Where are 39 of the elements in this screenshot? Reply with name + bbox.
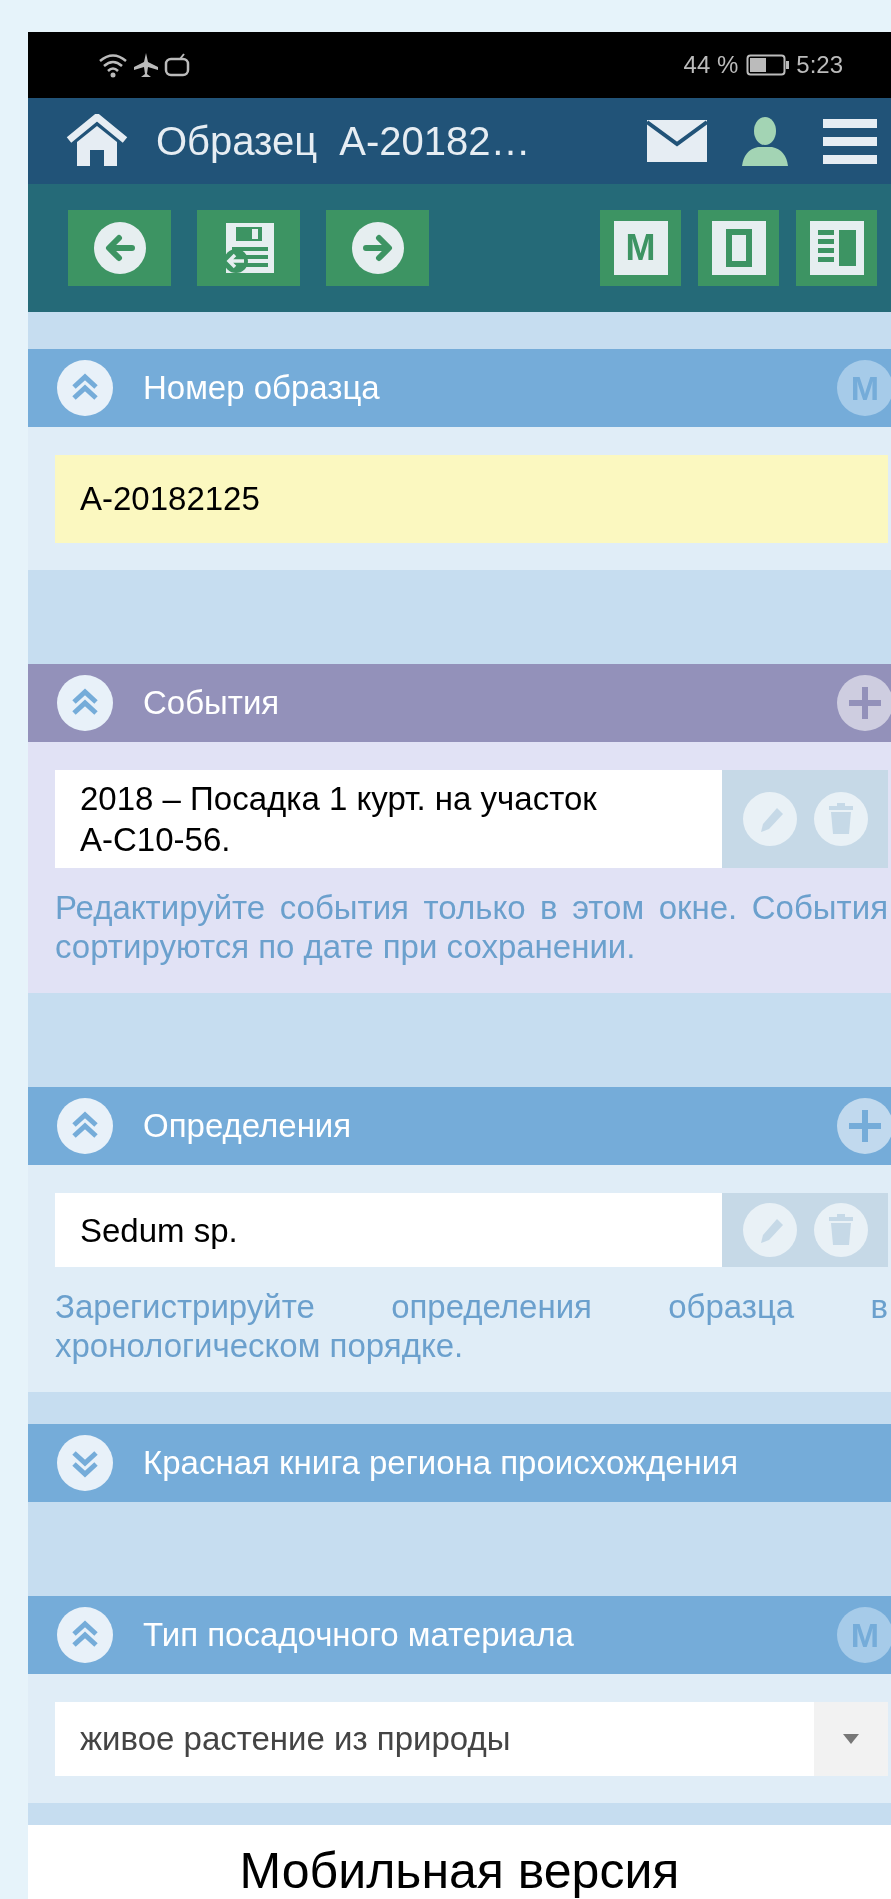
battery-icon: [746, 54, 791, 76]
battery-percent: 44 %: [683, 50, 739, 80]
collapse-icon[interactable]: [57, 1098, 113, 1154]
collapse-icon[interactable]: [57, 360, 113, 416]
menu-icon[interactable]: [823, 117, 877, 165]
add-icon[interactable]: [837, 675, 891, 731]
caption-text: Мобильная версия: [239, 1843, 680, 1899]
collapse-icon[interactable]: [57, 1607, 113, 1663]
home-icon[interactable]: [65, 114, 129, 168]
letter-m-label: M: [613, 221, 668, 275]
section-title: Номер образца: [143, 368, 380, 409]
toolbar-button[interactable]: [796, 210, 877, 286]
input-field[interactable]: А-20182125: [55, 455, 888, 543]
toolbar-button[interactable]: [698, 210, 779, 286]
section-title: Определения: [143, 1106, 352, 1147]
two-column-icon: [809, 221, 864, 275]
section-title: Красная книга региона происхождения: [143, 1443, 739, 1484]
clock-time: 5:23: [796, 50, 843, 80]
list-item[interactable]: 2018 – Посадка 1 курт. на участок А-С10-56.: [55, 770, 722, 868]
select-value: живое растение из природы: [79, 1719, 512, 1760]
wifi-icon: [98, 52, 128, 78]
toolbar-button[interactable]: [197, 210, 300, 286]
dropdown-caret-icon: [843, 1734, 859, 1744]
section-title: Тип посадочного материала: [143, 1615, 574, 1656]
hint-text: Зарегистрируйте определения образца в хронологическом порядке.: [55, 1287, 888, 1365]
user-icon[interactable]: [740, 116, 790, 166]
collapse-icon[interactable]: [57, 675, 113, 731]
toolbar-button[interactable]: [68, 210, 171, 286]
select-field[interactable]: живое растение из природы: [55, 1702, 888, 1776]
toolbar-button[interactable]: [326, 210, 429, 286]
mail-icon[interactable]: [647, 120, 707, 162]
add-icon[interactable]: [837, 1098, 891, 1154]
app-notification-icon: [164, 53, 190, 77]
expand-icon[interactable]: [57, 1435, 113, 1491]
single-column-icon: [711, 221, 766, 275]
hint-text: Редактируйте события только в этом окне. События сортируются по дате при сохранении.: [55, 888, 888, 966]
page-title: Образец А-20182…: [156, 118, 531, 165]
list-item[interactable]: Sedum sp.: [55, 1193, 722, 1267]
section-title: События: [143, 683, 280, 724]
